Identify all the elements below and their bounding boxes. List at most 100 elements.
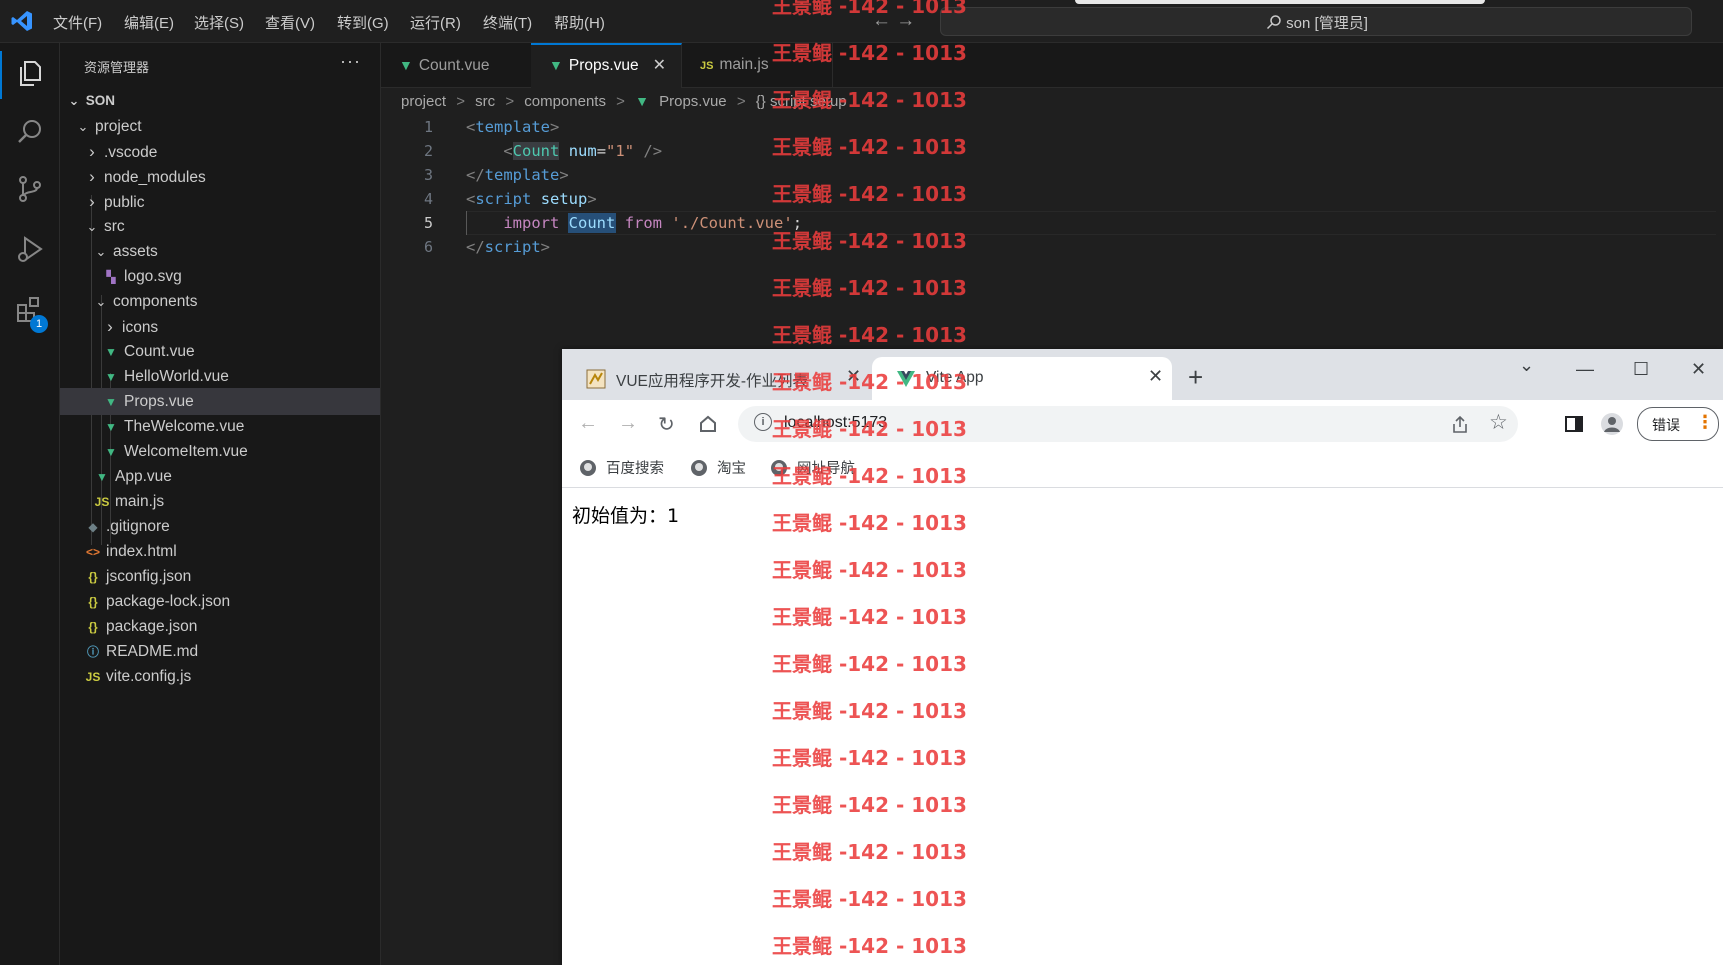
tab-search-chevron-icon[interactable]: ⌄ xyxy=(1519,355,1534,376)
reload-icon[interactable]: ↻ xyxy=(658,412,675,437)
menu-go[interactable]: 转到(G) xyxy=(337,12,389,33)
run-debug-icon[interactable] xyxy=(14,233,46,265)
tree-item-main-js[interactable]: JS main.js xyxy=(60,488,380,515)
url-text[interactable]: localhost:5173 xyxy=(784,414,887,432)
tree-item-logo-svg[interactable]: ▚ logo.svg xyxy=(60,263,380,290)
tree-item-package-json[interactable]: {} package.json xyxy=(60,613,380,640)
tab-close-icon[interactable]: ✕ xyxy=(653,45,666,86)
explorer-icon[interactable] xyxy=(14,57,46,89)
search-icon[interactable] xyxy=(14,116,46,148)
share-icon[interactable] xyxy=(1450,415,1470,435)
error-button[interactable]: 错误 ⋮ xyxy=(1637,407,1719,441)
bookmark-taobao[interactable]: 淘宝 xyxy=(691,457,746,478)
profile-avatar-icon[interactable] xyxy=(1600,412,1624,436)
tree-item-index-html[interactable]: <> index.html xyxy=(60,538,380,565)
vue-favicon-icon xyxy=(897,371,915,387)
code-token: setup xyxy=(540,190,588,208)
tab-count-vue[interactable]: ▼ Count.vue xyxy=(381,43,532,87)
tree-item-icons[interactable]: › icons xyxy=(60,313,380,340)
new-tab-button[interactable]: + xyxy=(1188,364,1203,390)
tree-item-label: node_modules xyxy=(104,169,206,186)
menu-file[interactable]: 文件(F) xyxy=(53,12,102,33)
bookmark-label: 淘宝 xyxy=(717,461,746,477)
bookmark-baidu[interactable]: 百度搜索 xyxy=(580,457,664,478)
tree-item-src[interactable]: ⌄ src xyxy=(60,213,380,240)
chevron-down-icon: ⌄ xyxy=(95,244,107,259)
code-line-4[interactable]: <script setup> xyxy=(466,187,597,211)
tree-item-label: main.js xyxy=(115,493,165,510)
browser-tab-assignments[interactable]: VUE应用程序开发-作业列表 ✕ xyxy=(562,357,870,400)
tree-item-gitignore[interactable]: ◆ .gitignore xyxy=(60,513,380,540)
tree-root-son[interactable]: ⌄ SON xyxy=(60,87,380,114)
code-token: < xyxy=(466,118,476,136)
bookmark-star-icon[interactable]: ☆ xyxy=(1489,410,1508,435)
code-line-1[interactable]: <template> xyxy=(466,115,559,139)
extensions-badge: 1 xyxy=(30,315,48,333)
tree-item-project[interactable]: ⌄ project xyxy=(60,113,380,140)
tree-item-label: vite.config.js xyxy=(106,668,192,685)
more-actions-icon[interactable]: ··· xyxy=(340,51,361,72)
menu-view[interactable]: 查看(V) xyxy=(265,12,315,33)
code-line-5-current[interactable]: import Count from './Count.vue'; xyxy=(466,211,1716,235)
tree-item-vite-config-js[interactable]: JS vite.config.js xyxy=(60,663,380,690)
nav-back-forward-arrows[interactable]: ← → xyxy=(872,10,915,32)
tree-item-readme-md[interactable]: ⓘ README.md xyxy=(60,638,380,665)
menu-selection[interactable]: 选择(S) xyxy=(194,12,244,33)
source-control-icon[interactable] xyxy=(14,173,46,205)
browser-tab-vite-app[interactable]: Vite App ✕ xyxy=(872,357,1172,400)
menu-help[interactable]: 帮助(H) xyxy=(554,12,605,33)
code-line-2[interactable]: <Count num="1" /> xyxy=(466,139,662,163)
bookmark-nav[interactable]: 网址导航 xyxy=(771,457,855,478)
tree-item-node-modules[interactable]: › node_modules xyxy=(60,163,380,190)
tree-item-public[interactable]: › public xyxy=(60,188,380,215)
tree-item-count-vue[interactable]: ▼ Count.vue xyxy=(60,338,380,365)
forward-arrow-icon[interactable]: → xyxy=(618,412,638,435)
command-center[interactable]: son [管理员] xyxy=(940,7,1692,36)
tree-item-app-vue[interactable]: ▼ App.vue xyxy=(60,463,380,490)
breadcrumb-item[interactable]: components xyxy=(524,93,606,110)
tree-item-vscode[interactable]: › .vscode xyxy=(60,138,380,165)
site-info-icon[interactable]: i xyxy=(754,413,772,431)
breadcrumb-separator: > xyxy=(616,93,625,110)
menu-edit[interactable]: 编辑(E) xyxy=(124,12,174,33)
code-token: /> xyxy=(634,142,663,160)
side-panel-icon[interactable] xyxy=(1564,414,1584,434)
breadcrumb-item[interactable]: {} script setup xyxy=(756,93,847,110)
maximize-button[interactable]: ☐ xyxy=(1633,359,1649,380)
tree-item-assets[interactable]: ⌄ assets xyxy=(60,238,380,265)
breadcrumb-item[interactable]: Props.vue xyxy=(659,93,727,110)
tree-item-label: package-lock.json xyxy=(106,593,231,610)
tree-item-components[interactable]: ⌄ components xyxy=(60,288,380,315)
tree-item-label: project xyxy=(95,118,142,135)
info-file-icon: ⓘ xyxy=(86,645,99,659)
tab-label: main.js xyxy=(719,56,769,73)
browser-tab-title: Vite App xyxy=(926,369,984,386)
tree-item-props-vue[interactable]: ▼ Props.vue xyxy=(60,388,380,415)
code-line-6[interactable]: </script> xyxy=(466,235,550,259)
tab-main-js[interactable]: JS main.js xyxy=(682,43,833,87)
back-arrow-icon[interactable]: ← xyxy=(578,412,598,435)
tree-item-label: TheWelcome.vue xyxy=(124,418,245,435)
breadcrumb-item[interactable]: src xyxy=(475,93,495,110)
tree-item-package-lock-json[interactable]: {} package-lock.json xyxy=(60,588,380,615)
tab-props-vue[interactable]: ▼ Props.vue ✕ xyxy=(531,43,682,88)
menu-dots-icon[interactable]: ⋮ xyxy=(1696,412,1714,433)
breadcrumb-item[interactable]: project xyxy=(401,93,446,110)
js-file-icon: JS xyxy=(94,495,110,509)
tree-item-jsconfig-json[interactable]: {} jsconfig.json xyxy=(60,563,380,590)
tree-item-label: index.html xyxy=(106,543,177,560)
tree-item-helloworld-vue[interactable]: ▼ HelloWorld.vue xyxy=(60,363,380,390)
tree-item-label: HelloWorld.vue xyxy=(124,368,229,385)
minimize-button[interactable]: — xyxy=(1576,359,1594,380)
vue-file-icon: ▼ xyxy=(96,470,108,484)
home-icon[interactable] xyxy=(698,414,718,434)
browser-tab-close-icon[interactable]: ✕ xyxy=(1148,366,1163,387)
tree-item-thewelcome-vue[interactable]: ▼ TheWelcome.vue xyxy=(60,413,380,440)
menu-run[interactable]: 运行(R) xyxy=(410,12,461,33)
address-bar[interactable]: i localhost:5173 ☆ xyxy=(738,406,1518,442)
code-line-3[interactable]: </template> xyxy=(466,163,569,187)
browser-tab-close-icon[interactable]: ✕ xyxy=(846,366,861,387)
close-window-button[interactable]: ✕ xyxy=(1691,359,1706,380)
menu-terminal[interactable]: 终端(T) xyxy=(483,12,532,33)
tree-item-welcomeitem-vue[interactable]: ▼ WelcomeItem.vue xyxy=(60,438,380,465)
